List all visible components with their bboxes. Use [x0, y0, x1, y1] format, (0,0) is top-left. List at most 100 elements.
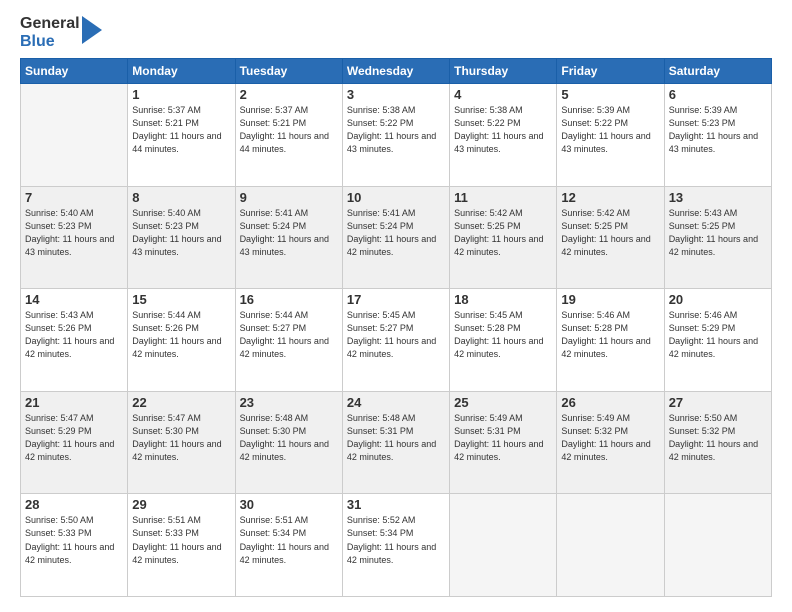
weekday-header-thursday: Thursday [450, 59, 557, 84]
day-info: Sunrise: 5:49 AMSunset: 5:32 PMDaylight:… [561, 412, 659, 464]
header: General Blue [20, 15, 772, 50]
calendar-cell: 18 Sunrise: 5:45 AMSunset: 5:28 PMDayligh… [450, 289, 557, 392]
day-info: Sunrise: 5:37 AMSunset: 5:21 PMDaylight:… [240, 104, 338, 156]
calendar-cell: 20Sunrise: 5:46 AMSunset: 5:29 PMDayligh… [664, 289, 771, 392]
calendar-cell: 31 Sunrise: 5:52 AMSunset: 5:34 PMDayligh… [342, 494, 449, 597]
day-info: Sunrise: 5:39 AMSunset: 5:22 PMDaylight:… [561, 104, 659, 156]
day-info: Sunrise: 5:49 AMSunset: 5:31 PMDaylight:… [454, 412, 552, 464]
day-number: 8 [132, 190, 230, 205]
calendar-cell: 5 Sunrise: 5:39 AMSunset: 5:22 PMDaylight… [557, 84, 664, 187]
calendar-cell: 7Sunrise: 5:40 AMSunset: 5:23 PMDaylight… [21, 186, 128, 289]
day-info: Sunrise: 5:38 AMSunset: 5:22 PMDaylight:… [454, 104, 552, 156]
calendar-cell: 13Sunrise: 5:43 AMSunset: 5:25 PMDayligh… [664, 186, 771, 289]
day-info: Sunrise: 5:40 AMSunset: 5:23 PMDaylight:… [132, 207, 230, 259]
day-info: Sunrise: 5:51 AMSunset: 5:34 PMDaylight:… [240, 514, 338, 566]
logo-arrow-icon [82, 16, 102, 44]
day-number: 29 [132, 497, 230, 512]
calendar-cell: 28 Sunrise: 5:50 AMSunset: 5:33 PMDayligh… [21, 494, 128, 597]
calendar-week-row: 14Sunrise: 5:43 AMSunset: 5:26 PMDayligh… [21, 289, 772, 392]
day-info: Sunrise: 5:47 AMSunset: 5:29 PMDaylight:… [25, 412, 123, 464]
day-info: Sunrise: 5:48 AMSunset: 5:31 PMDaylight:… [347, 412, 445, 464]
day-number: 20 [669, 292, 767, 307]
logo-general: General [20, 15, 80, 33]
calendar-cell: 29 Sunrise: 5:51 AMSunset: 5:33 PMDayligh… [128, 494, 235, 597]
calendar-cell: 10Sunrise: 5:41 AMSunset: 5:24 PMDayligh… [342, 186, 449, 289]
calendar-cell [664, 494, 771, 597]
calendar-cell: 9 Sunrise: 5:41 AMSunset: 5:24 PMDaylight… [235, 186, 342, 289]
logo-text: General Blue [20, 15, 80, 50]
calendar-cell: 6Sunrise: 5:39 AMSunset: 5:23 PMDaylight… [664, 84, 771, 187]
weekday-header-wednesday: Wednesday [342, 59, 449, 84]
day-info: Sunrise: 5:41 AMSunset: 5:24 PMDaylight:… [347, 207, 445, 259]
day-number: 11 [454, 190, 552, 205]
weekday-header-friday: Friday [557, 59, 664, 84]
day-number: 22 [132, 395, 230, 410]
day-info: Sunrise: 5:50 AMSunset: 5:33 PMDaylight:… [25, 514, 123, 566]
day-info: Sunrise: 5:42 AMSunset: 5:25 PMDaylight:… [454, 207, 552, 259]
logo-blue: Blue [20, 33, 80, 51]
day-number: 26 [561, 395, 659, 410]
day-info: Sunrise: 5:44 AMSunset: 5:27 PMDaylight:… [240, 309, 338, 361]
calendar-cell: 12 Sunrise: 5:42 AMSunset: 5:25 PMDayligh… [557, 186, 664, 289]
calendar-cell [21, 84, 128, 187]
calendar-cell: 25 Sunrise: 5:49 AMSunset: 5:31 PMDayligh… [450, 391, 557, 494]
calendar-cell: 21 Sunrise: 5:47 AMSunset: 5:29 PMDayligh… [21, 391, 128, 494]
day-info: Sunrise: 5:50 AMSunset: 5:32 PMDaylight:… [669, 412, 767, 464]
calendar-cell: 17Sunrise: 5:45 AMSunset: 5:27 PMDayligh… [342, 289, 449, 392]
day-number: 21 [25, 395, 123, 410]
day-number: 5 [561, 87, 659, 102]
calendar-cell: 4 Sunrise: 5:38 AMSunset: 5:22 PMDaylight… [450, 84, 557, 187]
weekday-header-row: SundayMondayTuesdayWednesdayThursdayFrid… [21, 59, 772, 84]
day-info: Sunrise: 5:42 AMSunset: 5:25 PMDaylight:… [561, 207, 659, 259]
day-info: Sunrise: 5:47 AMSunset: 5:30 PMDaylight:… [132, 412, 230, 464]
weekday-header-tuesday: Tuesday [235, 59, 342, 84]
day-number: 18 [454, 292, 552, 307]
day-number: 14 [25, 292, 123, 307]
calendar-cell: 3Sunrise: 5:38 AMSunset: 5:22 PMDaylight… [342, 84, 449, 187]
day-number: 9 [240, 190, 338, 205]
calendar-cell [450, 494, 557, 597]
calendar-cell: 8 Sunrise: 5:40 AMSunset: 5:23 PMDaylight… [128, 186, 235, 289]
day-number: 31 [347, 497, 445, 512]
day-number: 16 [240, 292, 338, 307]
day-info: Sunrise: 5:46 AMSunset: 5:28 PMDaylight:… [561, 309, 659, 361]
calendar-cell: 23Sunrise: 5:48 AMSunset: 5:30 PMDayligh… [235, 391, 342, 494]
day-number: 30 [240, 497, 338, 512]
calendar-cell: 15Sunrise: 5:44 AMSunset: 5:26 PMDayligh… [128, 289, 235, 392]
logo-container: General Blue [20, 15, 102, 50]
weekday-header-sunday: Sunday [21, 59, 128, 84]
day-number: 25 [454, 395, 552, 410]
day-number: 12 [561, 190, 659, 205]
day-number: 6 [669, 87, 767, 102]
calendar-cell: 2 Sunrise: 5:37 AMSunset: 5:21 PMDaylight… [235, 84, 342, 187]
day-info: Sunrise: 5:45 AMSunset: 5:28 PMDaylight:… [454, 309, 552, 361]
day-number: 17 [347, 292, 445, 307]
calendar-cell: 16 Sunrise: 5:44 AMSunset: 5:27 PMDayligh… [235, 289, 342, 392]
day-info: Sunrise: 5:41 AMSunset: 5:24 PMDaylight:… [240, 207, 338, 259]
calendar-cell: 1 Sunrise: 5:37 AMSunset: 5:21 PMDaylight… [128, 84, 235, 187]
day-number: 28 [25, 497, 123, 512]
weekday-header-monday: Monday [128, 59, 235, 84]
calendar-cell: 11 Sunrise: 5:42 AMSunset: 5:25 PMDayligh… [450, 186, 557, 289]
calendar-week-row: 7 Sunrise: 5:40 AMSunset: 5:23 PMDaylight… [21, 186, 772, 289]
calendar-cell: 27Sunrise: 5:50 AMSunset: 5:32 PMDayligh… [664, 391, 771, 494]
calendar-cell: 26 Sunrise: 5:49 AMSunset: 5:32 PMDayligh… [557, 391, 664, 494]
day-number: 1 [132, 87, 230, 102]
calendar-week-row: 21 Sunrise: 5:47 AMSunset: 5:29 PMDayligh… [21, 391, 772, 494]
day-info: Sunrise: 5:38 AMSunset: 5:22 PMDaylight:… [347, 104, 445, 156]
calendar-cell: 24Sunrise: 5:48 AMSunset: 5:31 PMDayligh… [342, 391, 449, 494]
day-number: 2 [240, 87, 338, 102]
day-number: 15 [132, 292, 230, 307]
calendar-week-row: 28 Sunrise: 5:50 AMSunset: 5:33 PMDayligh… [21, 494, 772, 597]
day-number: 4 [454, 87, 552, 102]
day-info: Sunrise: 5:52 AMSunset: 5:34 PMDaylight:… [347, 514, 445, 566]
calendar-cell [557, 494, 664, 597]
page: General Blue SundayMondayTuesdayWednesda… [0, 0, 792, 612]
day-info: Sunrise: 5:37 AMSunset: 5:21 PMDaylight:… [132, 104, 230, 156]
calendar-cell: 14Sunrise: 5:43 AMSunset: 5:26 PMDayligh… [21, 289, 128, 392]
calendar-cell: 30 Sunrise: 5:51 AMSunset: 5:34 PMDayligh… [235, 494, 342, 597]
calendar-table: SundayMondayTuesdayWednesdayThursdayFrid… [20, 58, 772, 597]
day-number: 7 [25, 190, 123, 205]
calendar-cell: 22 Sunrise: 5:47 AMSunset: 5:30 PMDayligh… [128, 391, 235, 494]
day-info: Sunrise: 5:51 AMSunset: 5:33 PMDaylight:… [132, 514, 230, 566]
